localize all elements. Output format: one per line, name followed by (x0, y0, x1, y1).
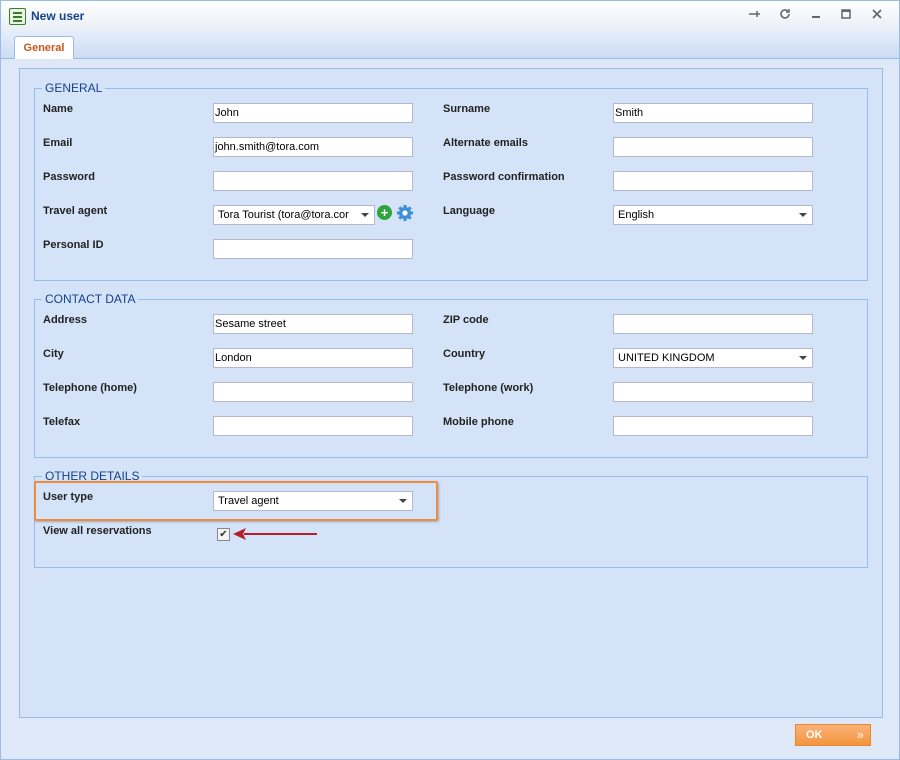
user-type-value: Travel agent (218, 495, 279, 507)
telephone-work-label: Telephone (work) (443, 382, 534, 394)
ok-label: OK (806, 729, 823, 741)
city-field[interactable]: London (213, 348, 413, 368)
password-field[interactable] (213, 171, 413, 191)
user-type-select[interactable]: Travel agent (213, 491, 413, 511)
travel-agent-value: Tora Tourist (tora@tora.cor (218, 209, 349, 221)
pin-icon[interactable] (746, 7, 764, 25)
add-icon[interactable]: + (377, 205, 392, 220)
name-label: Name (43, 103, 73, 115)
chevron-down-icon (361, 213, 369, 217)
name-field[interactable]: John (213, 103, 413, 123)
telephone-home-label: Telephone (home) (43, 382, 137, 394)
personal-id-label: Personal ID (43, 239, 104, 251)
view-all-reservations-label: View all reservations (43, 525, 152, 537)
language-select[interactable]: English (613, 205, 813, 225)
travel-agent-select[interactable]: Tora Tourist (tora@tora.cor (213, 205, 375, 225)
contact-legend: CONTACT DATA (45, 292, 136, 306)
address-field[interactable]: Sesame street (213, 314, 413, 334)
general-legend: GENERAL (45, 81, 103, 95)
minimize-icon[interactable] (807, 7, 825, 25)
city-label: City (43, 348, 64, 360)
chevron-down-icon (799, 213, 807, 217)
red-arrow-icon (232, 526, 322, 547)
refresh-icon[interactable] (776, 7, 794, 25)
zip-label: ZIP code (443, 314, 489, 326)
gear-icon[interactable] (396, 204, 414, 227)
telephone-work-field[interactable] (613, 382, 813, 402)
surname-field[interactable]: Smith (613, 103, 813, 123)
password-confirmation-label: Password confirmation (443, 171, 565, 183)
mobile-phone-field[interactable] (613, 416, 813, 436)
password-label: Password (43, 171, 95, 183)
personal-id-field[interactable] (213, 239, 413, 259)
maximize-icon[interactable] (837, 7, 855, 25)
zip-field[interactable] (613, 314, 813, 334)
surname-label: Surname (443, 103, 491, 115)
country-label: Country (443, 348, 486, 360)
mobile-phone-label: Mobile phone (443, 416, 514, 428)
telefax-label: Telefax (43, 416, 81, 428)
email-field[interactable]: john.smith@tora.com (213, 137, 413, 157)
tab-bar: General (1, 31, 899, 59)
form-icon (9, 8, 26, 25)
title-bar[interactable]: New user (1, 1, 899, 32)
telephone-home-field[interactable] (213, 382, 413, 402)
alternate-emails-label: Alternate emails (443, 137, 528, 149)
double-chevron-right-icon: » (856, 727, 864, 742)
country-value: UNITED KINGDOM (618, 352, 715, 364)
telefax-field[interactable] (213, 416, 413, 436)
alternate-emails-field[interactable] (613, 137, 813, 157)
ok-button[interactable]: OK » (795, 724, 871, 746)
address-label: Address (43, 314, 88, 326)
travel-agent-label: Travel agent (43, 205, 108, 217)
password-confirmation-field[interactable] (613, 171, 813, 191)
chevron-down-icon (799, 356, 807, 360)
email-label: Email (43, 137, 73, 149)
tab-general[interactable]: General (14, 36, 74, 59)
language-value: English (618, 209, 655, 221)
view-all-reservations-checkbox[interactable]: ✔ (217, 528, 230, 541)
country-select[interactable]: UNITED KINGDOM (613, 348, 813, 368)
chevron-down-icon (399, 499, 407, 503)
language-label: Language (443, 205, 495, 217)
window-title: New user (31, 9, 85, 23)
close-icon[interactable] (868, 7, 886, 25)
dialog-window: New user General GENERAL Name John Surna… (0, 0, 900, 760)
user-type-label: User type (43, 491, 94, 503)
